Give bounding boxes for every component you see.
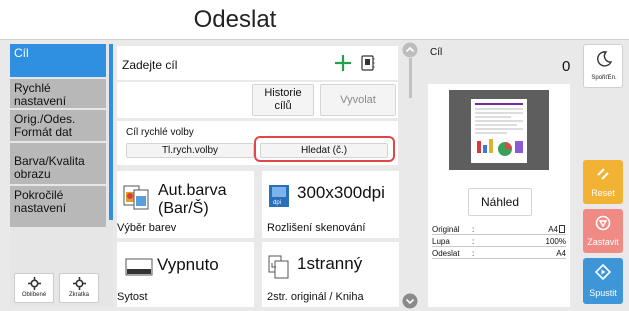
shortcut-button[interactable]: Zkratka — [59, 273, 99, 303]
stop-icon — [595, 215, 611, 231]
start-label: Spustit — [589, 288, 617, 298]
destination-summary-label: Cíl — [430, 47, 443, 58]
color-mode-icon — [123, 185, 149, 210]
moon-icon — [597, 51, 612, 67]
destination-summary — [418, 42, 580, 82]
add-destination-icon[interactable] — [334, 54, 352, 72]
start-icon — [595, 264, 611, 280]
energy-saver-button[interactable]: SpořiťEn. — [583, 44, 623, 88]
sidebar-item-label: Barva/Kvalita obrazu — [14, 154, 85, 181]
orientation-icon — [559, 225, 565, 233]
preview-button-label: Náhled — [480, 195, 520, 209]
energy-saver-label: SpořiťEn. — [591, 75, 617, 81]
svg-text:dpi: dpi — [273, 200, 281, 206]
destination-count: 0 — [562, 58, 571, 75]
scrollbar-thumb[interactable] — [409, 58, 412, 98]
search-number-button[interactable]: Hledat (č.) — [260, 143, 388, 158]
reset-icon — [597, 168, 609, 180]
sidebar-item-destination[interactable]: Cíl — [10, 44, 106, 78]
sidebar-item-advanced[interactable]: Pokročilé nastavení — [10, 186, 106, 228]
recall-button[interactable]: Vyvolat — [320, 84, 396, 116]
sidebar-item-label: Pokročilé nastavení — [14, 188, 67, 215]
quick-dial-button[interactable]: Tl.rych.volby — [126, 143, 254, 158]
reset-button[interactable]: Reset — [583, 160, 623, 204]
duplex-value: 1stranný — [297, 254, 363, 273]
info-row-send: Odeslat : A4 — [432, 248, 566, 259]
scroll-up-icon[interactable] — [402, 42, 418, 58]
favorites-icon — [28, 277, 41, 290]
recall-label: Vyvolat — [340, 94, 376, 106]
favorites-label: Oblíbené — [21, 292, 47, 298]
sidebar: Cíl Rychlé nastavení Orig./Odes. Formát … — [10, 44, 113, 307]
sidebar-item-label: Cíl — [14, 46, 29, 60]
scan-resolution-caption: Rozlišení skenování — [267, 222, 366, 234]
scroll-down-icon[interactable] — [402, 293, 418, 309]
sidebar-active-indicator — [109, 44, 113, 220]
info-sep: : — [472, 249, 475, 258]
scan-resolution-value: 300x300dpi — [297, 183, 385, 202]
destination-history-button[interactable]: Historie cílů — [252, 84, 314, 116]
start-button[interactable]: Spustit — [583, 258, 623, 304]
density-icon — [125, 258, 153, 276]
density-caption: Sytost — [117, 291, 148, 303]
info-label: Lupa — [432, 237, 450, 246]
info-label: Originál — [432, 225, 460, 234]
info-row-original: Originál : A4 — [432, 224, 566, 235]
page-title: Odeslat — [193, 6, 277, 33]
stop-label: Zastavit — [587, 237, 619, 247]
duplex-icon — [268, 255, 289, 279]
quick-dial-title: Cíl rychlé volby — [126, 127, 194, 138]
document-thumbnail-icon — [471, 99, 527, 163]
color-selection-caption: Výběr barev — [117, 222, 177, 234]
sidebar-item-color-quality[interactable]: Barva/Kvalita obrazu — [10, 143, 106, 185]
shortcut-label: Zkratka — [68, 292, 89, 298]
destination-history-label: Historie cílů — [264, 87, 302, 112]
preview-button[interactable]: Náhled — [468, 188, 532, 216]
info-sep: : — [472, 225, 475, 234]
info-label: Odeslat — [432, 249, 460, 258]
stop-button[interactable]: Zastavit — [583, 209, 623, 253]
info-value: A4 — [556, 249, 566, 258]
info-value: A4 — [548, 225, 558, 234]
info-sep: : — [472, 237, 475, 246]
info-row-zoom: Lupa : 100% — [432, 236, 566, 247]
favorites-button[interactable]: Oblíbené — [14, 273, 54, 303]
sidebar-item-quick-setup[interactable]: Rychlé nastavení — [10, 79, 106, 109]
dpi-icon: dpi — [269, 185, 289, 207]
quick-dial-label: Tl.rych.volby — [161, 145, 219, 156]
info-value: 100% — [545, 237, 566, 246]
sidebar-item-label: Orig./Odes. Formát dat — [14, 112, 76, 139]
shortcut-icon — [73, 277, 86, 290]
reset-label: Reset — [591, 188, 615, 198]
color-selection-value: Aut.barva (Bar/Š) — [158, 182, 227, 217]
search-number-label: Hledat (č.) — [300, 145, 348, 156]
density-value: Vypnuto — [157, 255, 219, 274]
address-book-icon[interactable] — [361, 55, 375, 71]
destination-input-label: Zadejte cíl — [122, 58, 178, 72]
sidebar-item-original-format[interactable]: Orig./Odes. Formát dat — [10, 110, 106, 142]
duplex-caption: 2str. originál / Kniha — [267, 291, 364, 303]
sidebar-item-label: Rychlé nastavení — [14, 81, 67, 108]
